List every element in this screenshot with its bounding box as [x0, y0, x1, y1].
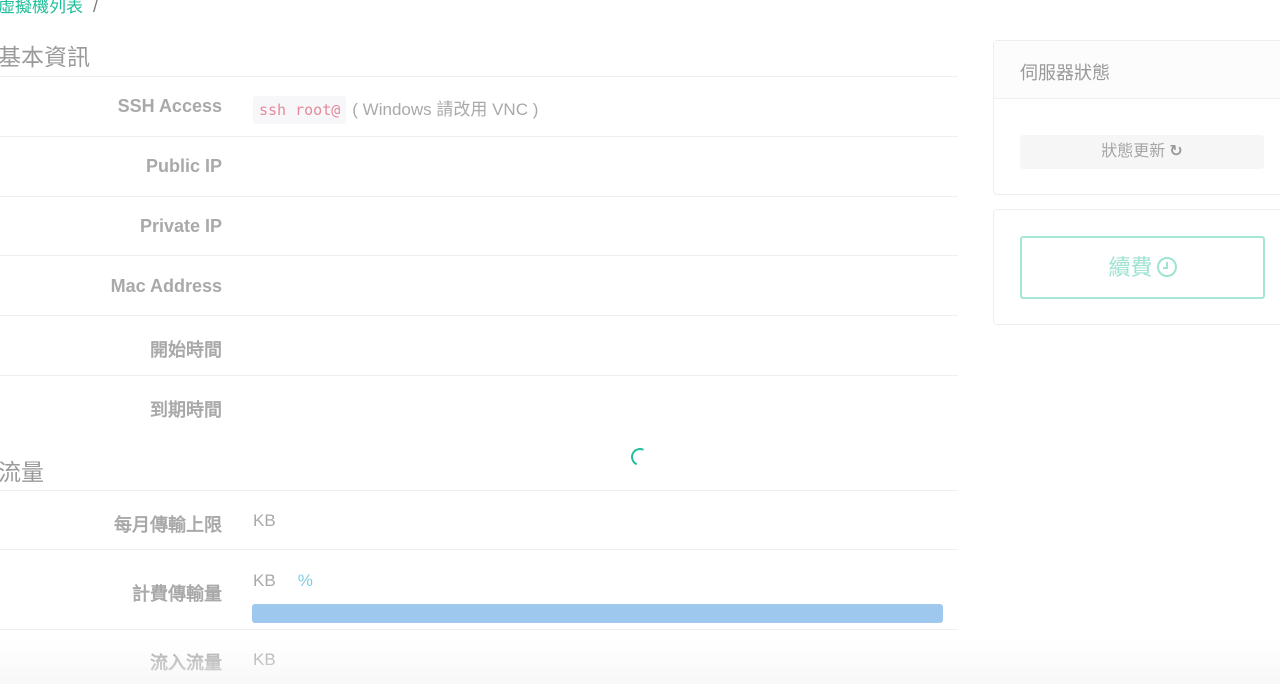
traffic-row-monthly-limit: 每月傳輸上限 KB [0, 490, 958, 550]
renew-panel: 續費 [993, 209, 1280, 325]
start-time-label: 開始時間 [150, 340, 222, 360]
billed-traffic-progress-fill [252, 604, 943, 623]
loading-spinner-icon [628, 445, 652, 469]
ssh-access-value: ssh root@ ( Windows 請改用 VNC ) [253, 95, 539, 124]
traffic-row-inbound: 流入流量 KB [0, 629, 958, 689]
info-row-ssh: SSH Access ssh root@ ( Windows 請改用 VNC ) [0, 76, 958, 136]
server-status-header: 伺服器狀態 [994, 41, 1280, 99]
public-ip-label: Public IP [145, 156, 222, 176]
renew-button[interactable]: 續費 [1020, 236, 1265, 299]
inbound-traffic-unit: KB [253, 650, 276, 669]
ssh-command-code[interactable]: ssh root@ [253, 96, 347, 124]
server-status-title: 伺服器狀態 [1020, 63, 1110, 83]
breadcrumb-separator: / [93, 0, 98, 16]
breadcrumb-link-vm-list[interactable]: 虛擬機列表 [0, 0, 83, 16]
billed-traffic-label: 計費傳輸量 [132, 584, 222, 604]
monthly-limit-unit: KB [253, 511, 276, 530]
server-status-panel: 伺服器狀態 狀態更新 ↻ [993, 40, 1280, 195]
status-refresh-label: 狀態更新 [1101, 143, 1166, 160]
mac-address-label: Mac Address [110, 276, 222, 296]
billed-traffic-percent: % [297, 571, 313, 590]
info-row-mac-address: Mac Address [0, 255, 958, 316]
billed-traffic-value: KB% [253, 571, 313, 591]
status-refresh-button[interactable]: 狀態更新 ↻ [1020, 135, 1264, 169]
traffic-row-billed: 計費傳輸量 KB% [0, 549, 958, 630]
monthly-limit-label: 每月傳輸上限 [114, 515, 222, 535]
info-row-expire-time: 到期時間 [0, 375, 958, 436]
traffic-title: 流量 [0, 459, 44, 485]
clock-icon [1156, 257, 1177, 277]
ssh-access-label: SSH Access [117, 96, 222, 116]
info-row-start-time: 開始時間 [0, 315, 958, 376]
breadcrumb: 虛擬機列表 / [0, 0, 98, 18]
info-row-private-ip: Private IP [0, 196, 958, 256]
ssh-note: ( Windows 請改用 VNC ) [352, 100, 539, 119]
inbound-traffic-label: 流入流量 [150, 653, 222, 673]
info-row-public-ip: Public IP [0, 136, 958, 196]
renew-label: 續費 [1108, 255, 1153, 280]
basic-info-title: 基本資訊 [0, 44, 90, 70]
refresh-icon: ↻ [1169, 143, 1183, 160]
private-ip-label: Private IP [139, 216, 222, 236]
billed-traffic-unit: KB [253, 571, 276, 590]
expire-time-label: 到期時間 [150, 400, 222, 420]
billed-traffic-progress-bar [252, 604, 943, 623]
